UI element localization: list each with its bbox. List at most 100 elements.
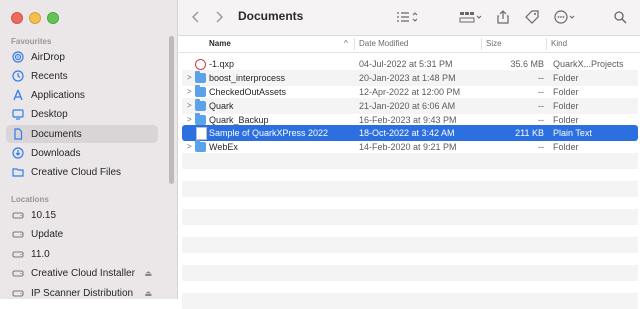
sidebar-item-airdrop[interactable]: AirDrop <box>6 48 158 66</box>
file-date: 14-Feb-2020 at 9:21 PM <box>359 142 457 152</box>
empty-row <box>182 181 638 197</box>
empty-row <box>182 293 638 309</box>
folder-icon <box>195 113 206 125</box>
sidebar-item-downloads[interactable]: Downloads <box>6 144 158 162</box>
empty-row <box>182 237 638 253</box>
file-size: -- <box>538 115 544 125</box>
zoom-button[interactable] <box>47 12 59 24</box>
disclosure-chevron-icon[interactable]: > <box>187 87 192 96</box>
disk-icon <box>11 286 25 300</box>
file-date: 20-Jan-2023 at 1:48 PM <box>359 73 456 83</box>
window-title: Documents <box>238 9 304 23</box>
desktop-icon <box>11 107 25 121</box>
applications-icon <box>11 88 25 102</box>
file-size: 35.6 MB <box>510 59 544 69</box>
locations-title: Locations <box>11 195 49 204</box>
sidebar-item-label: Applications <box>31 89 85 101</box>
sidebar-scrollbar[interactable] <box>169 36 174 184</box>
disclosure-chevron-icon[interactable]: > <box>187 101 192 110</box>
share-icon[interactable] <box>497 8 509 26</box>
forward-chevron-icon[interactable] <box>214 8 224 26</box>
window-controls <box>11 12 59 24</box>
file-name: Quark_Backup <box>209 115 269 125</box>
folder-icon <box>195 71 206 83</box>
sidebar-item-label: 11.0 <box>31 248 50 260</box>
sidebar-item-update[interactable]: Update <box>6 225 158 243</box>
favourites-title: Favourites <box>11 37 52 46</box>
sidebar-item-applications[interactable]: Applications <box>6 86 158 104</box>
file-date: 04-Jul-2022 at 5:31 PM <box>359 59 453 69</box>
folder-icon <box>11 165 25 179</box>
eject-icon[interactable]: ⏏ <box>144 289 152 298</box>
back-chevron-icon[interactable] <box>191 8 201 26</box>
sidebar-item-10-15[interactable]: 10.15 <box>6 206 158 224</box>
file-name: WebEx <box>209 142 238 152</box>
sidebar-item-label: IP Scanner Distribution <box>31 287 134 299</box>
minimize-button[interactable] <box>29 12 41 24</box>
search-icon[interactable] <box>614 8 627 26</box>
disclosure-chevron-icon[interactable]: > <box>187 142 192 151</box>
empty-row <box>182 153 638 169</box>
sidebar-item-recents[interactable]: Recents <box>6 67 158 85</box>
disclosure-chevron-icon[interactable]: > <box>187 73 192 82</box>
download-icon <box>11 146 25 160</box>
disk-icon <box>11 266 25 280</box>
document-icon <box>11 127 25 141</box>
file-date: 18-Oct-2022 at 3:42 AM <box>359 128 455 138</box>
eject-icon[interactable]: ⏏ <box>144 269 152 278</box>
sidebar-item-creative-cloud-files[interactable]: Creative Cloud Files <box>6 163 158 181</box>
file-kind: Plain Text <box>553 128 592 138</box>
group-icon[interactable] <box>459 8 483 26</box>
file-size: -- <box>538 87 544 97</box>
folder-icon <box>195 140 206 152</box>
file-size: 211 KB <box>515 128 544 138</box>
file-kind: Folder <box>553 142 579 152</box>
ellipsis-icon[interactable] <box>554 8 578 26</box>
file-name: CheckedOutAssets <box>209 87 287 97</box>
sidebar-item-label: Desktop <box>31 108 68 120</box>
file-name: Quark <box>209 101 234 111</box>
sidebar-item-label: AirDrop <box>31 51 65 63</box>
sidebar-item-label: Creative Cloud Files <box>31 166 122 178</box>
column-header-name[interactable]: Name <box>209 39 231 48</box>
sidebar-item-ip-scanner-distribution[interactable]: IP Scanner Distribution ⏏ <box>6 284 158 302</box>
sidebar: Favourites AirDrop Recents Applications … <box>0 0 178 299</box>
sidebar-item-label: Creative Cloud Installer <box>31 267 135 279</box>
column-header-size[interactable]: Size <box>481 38 502 50</box>
file-kind: Folder <box>553 73 579 83</box>
qxp-file-icon <box>195 59 206 70</box>
disk-icon <box>11 208 25 222</box>
sidebar-item-creative-cloud-installer[interactable]: Creative Cloud Installer ⏏ <box>6 264 158 282</box>
column-header-date[interactable]: Date Modified <box>354 38 408 50</box>
sidebar-item-documents[interactable]: Documents <box>6 125 158 143</box>
sidebar-item-label: 10.15 <box>31 209 57 221</box>
file-kind: Folder <box>553 87 579 97</box>
column-header-kind[interactable]: Kind <box>546 38 567 50</box>
folder-icon <box>195 85 206 97</box>
clock-icon <box>11 69 25 83</box>
file-kind: QuarkX...Projects <box>553 59 624 69</box>
file-kind: Folder <box>553 101 579 111</box>
sidebar-item-11-0[interactable]: 11.0 <box>6 245 158 263</box>
column-header-bar: Name ^ Date Modified Size Kind <box>178 36 640 53</box>
sort-chevron-icon[interactable]: ^ <box>344 39 348 48</box>
disclosure-chevron-icon[interactable]: > <box>187 115 192 124</box>
close-button[interactable] <box>11 12 23 24</box>
tag-icon[interactable] <box>525 8 539 26</box>
file-name: Sample of QuarkXPress 2022 <box>209 128 329 138</box>
toolbar: Documents <box>178 0 640 36</box>
disk-icon <box>11 227 25 241</box>
file-name: boost_interprocess <box>209 73 286 83</box>
file-kind: Folder <box>553 115 579 125</box>
sidebar-item-label: Downloads <box>31 147 81 159</box>
file-size: -- <box>538 73 544 83</box>
disk-icon <box>11 247 25 261</box>
airdrop-icon <box>11 50 25 64</box>
empty-row <box>182 209 638 225</box>
finder-window: Favourites AirDrop Recents Applications … <box>0 0 640 309</box>
sidebar-item-desktop[interactable]: Desktop <box>6 105 158 123</box>
file-date: 12-Apr-2022 at 12:00 PM <box>359 87 461 97</box>
empty-row <box>182 265 638 281</box>
sidebar-item-label: Update <box>31 228 64 240</box>
list-view-icon[interactable] <box>396 8 420 26</box>
